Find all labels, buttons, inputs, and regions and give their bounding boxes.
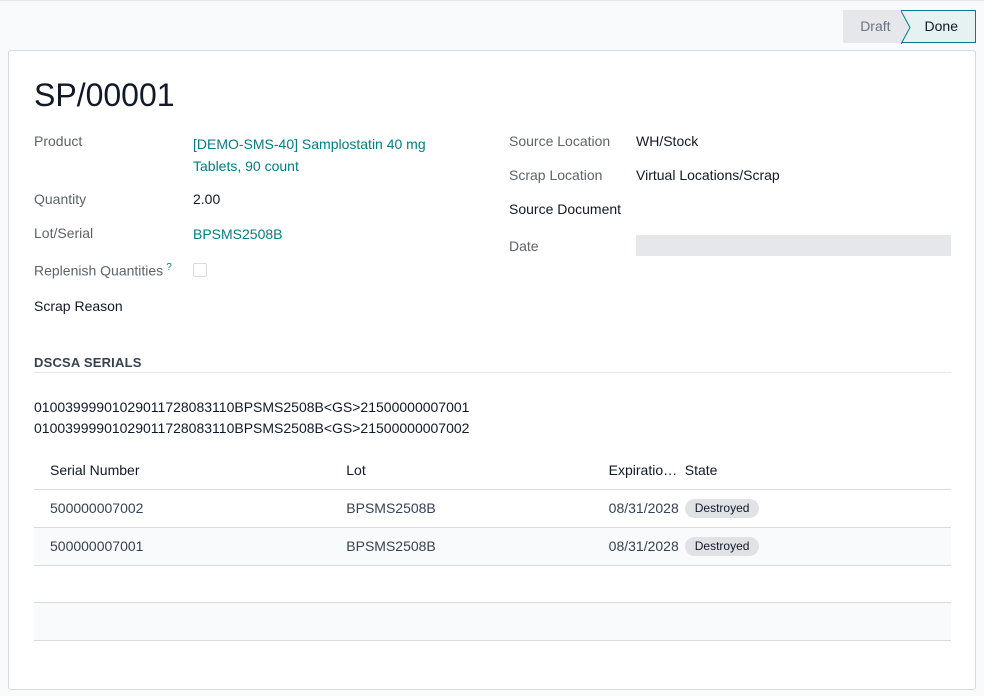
dscsa-serial-line: 01003999901029011728083110BPSMS2508B<GS>…	[34, 420, 470, 436]
status-badge: Destroyed	[684, 498, 760, 518]
dscsa-serial-line: 01003999901029011728083110BPSMS2508B<GS>…	[34, 399, 470, 415]
source-location-label: Source Location	[509, 133, 611, 149]
date-label: Date	[509, 238, 539, 254]
cell-lot: BPSMS2508B	[330, 527, 593, 566]
control-panel: Draft Done	[0, 0, 984, 50]
form-sheet: SP/00001 Product [DEMO-SMS-40] Samplosta…	[8, 50, 976, 690]
column-header-state[interactable]: State	[678, 451, 951, 490]
quantity-label: Quantity	[34, 191, 87, 207]
status-stage-done-label: Done	[924, 18, 958, 34]
replenish-quantities-label: Replenish Quantities?	[34, 262, 172, 279]
product-field[interactable]: [DEMO-SMS-40] Samplostatin 40 mg Tablets…	[193, 133, 426, 177]
lot-serial-label: Lot/Serial	[34, 225, 94, 241]
replenish-quantities-checkbox[interactable]	[193, 263, 207, 277]
cell-state: Destroyed	[678, 489, 951, 528]
stage-chevron-icon	[900, 11, 911, 44]
help-icon[interactable]: ?	[166, 262, 172, 273]
scrap-reason-label: Scrap Reason	[34, 298, 123, 314]
cell-expiration: 08/31/2028	[592, 527, 679, 566]
status-bar: Draft Done	[843, 10, 976, 44]
dscsa-section-title: DSCSA SERIALS	[34, 355, 142, 370]
status-stage-draft[interactable]: Draft	[843, 10, 901, 43]
serials-table: Serial Number Lot Expiratio… State 50000…	[34, 451, 951, 566]
empty-table-row	[34, 565, 951, 603]
status-badge: Destroyed	[684, 536, 760, 556]
table-header-row: Serial Number Lot Expiratio… State	[34, 451, 951, 490]
record-title: SP/00001	[34, 77, 175, 113]
product-value-line1: [DEMO-SMS-40] Samplostatin 40 mg	[193, 136, 426, 152]
cell-state: Destroyed	[678, 527, 951, 566]
cell-expiration: 08/31/2028	[592, 489, 679, 528]
date-field[interactable]	[636, 235, 951, 256]
table-row[interactable]: 500000007001 BPSMS2508B 08/31/2028 Destr…	[34, 527, 951, 566]
column-header-lot[interactable]: Lot	[330, 451, 593, 490]
scrap-location-label: Scrap Location	[509, 167, 603, 183]
source-document-label: Source Document	[509, 201, 622, 217]
table-row[interactable]: 500000007002 BPSMS2508B 08/31/2028 Destr…	[34, 489, 951, 528]
empty-table-row	[34, 603, 951, 641]
source-location-field[interactable]: WH/Stock	[636, 133, 698, 149]
status-stage-draft-label: Draft	[860, 18, 891, 34]
column-header-expiration[interactable]: Expiratio…	[592, 451, 679, 490]
quantity-field[interactable]: 2.00	[193, 191, 220, 207]
lot-serial-field[interactable]: BPSMS2508B	[193, 226, 283, 242]
cell-serial-number: 500000007001	[34, 527, 331, 566]
column-header-serial-number[interactable]: Serial Number	[34, 451, 331, 490]
cell-serial-number: 500000007002	[34, 489, 331, 528]
product-label: Product	[34, 133, 83, 149]
cell-lot: BPSMS2508B	[330, 489, 593, 528]
status-stage-done[interactable]: Done	[900, 10, 976, 44]
section-divider	[34, 372, 951, 373]
replenish-quantities-label-text: Replenish Quantities	[34, 262, 164, 279]
product-value-line2: Tablets, 90 count	[193, 158, 299, 174]
scrap-location-field[interactable]: Virtual Locations/Scrap	[636, 167, 780, 183]
